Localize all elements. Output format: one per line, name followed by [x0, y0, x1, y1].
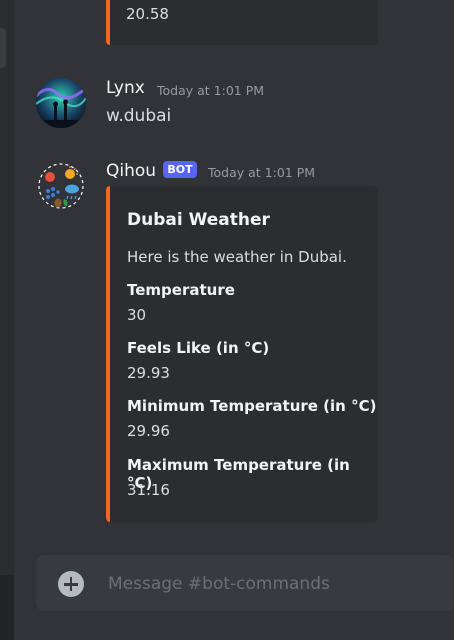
message-username[interactable]: Qihou: [106, 161, 156, 181]
sidebar-indicator: [0, 28, 6, 68]
field-value: 30: [127, 306, 147, 324]
message-content: w.dubai: [106, 106, 172, 126]
field-name: Temperature: [127, 281, 235, 299]
message-username[interactable]: Lynx: [106, 78, 145, 98]
field-value: 29.93: [127, 364, 170, 382]
message-timestamp: Today at 1:01 PM: [208, 165, 316, 180]
field-name: Feels Like (in °C): [127, 339, 270, 357]
sidebar-footer: [0, 575, 14, 640]
embed-accent-bar: [106, 0, 110, 45]
avatar[interactable]: [36, 161, 86, 211]
weather-embed: Dubai Weather Here is the weather in Dub…: [106, 186, 378, 522]
chat-area: 20.58 Lynx Today at 1:01 PM w.dubai Qiho…: [14, 0, 454, 640]
embed-description: Here is the weather in Dubai.: [127, 248, 347, 266]
previous-embed: 20.58: [106, 0, 378, 45]
embed-accent-bar: [106, 186, 110, 522]
server-sidebar-edge: [0, 0, 14, 640]
bot-avatar-image: [37, 162, 85, 210]
embed-title: Dubai Weather: [127, 210, 270, 230]
field-name: Minimum Temperature (in °C): [127, 397, 377, 415]
message-input[interactable]: [106, 569, 440, 599]
message-timestamp: Today at 1:01 PM: [157, 83, 265, 98]
field-value: 31.16: [127, 481, 170, 499]
field-value: 29.96: [127, 422, 170, 440]
user-avatar-image: [36, 78, 86, 128]
bot-badge: BOT: [163, 161, 197, 178]
avatar[interactable]: [36, 78, 86, 128]
previous-embed-value: 20.58: [126, 5, 169, 23]
add-attachment-button[interactable]: [58, 571, 84, 597]
